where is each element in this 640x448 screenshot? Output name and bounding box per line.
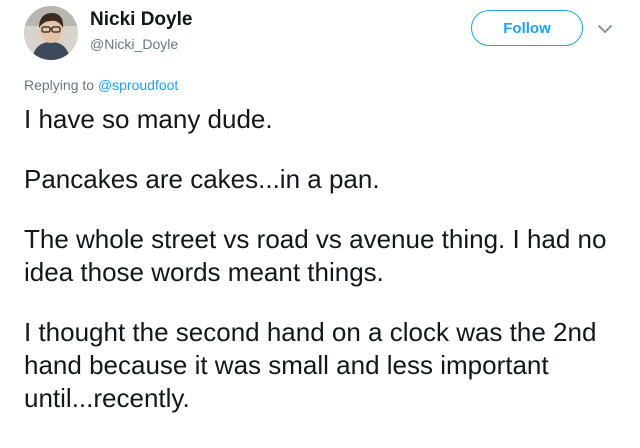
tweet-paragraph: I thought the second hand on a clock was… (24, 317, 597, 413)
tweet-card: Nicki Doyle @Nicki_Doyle Follow Replying… (0, 0, 640, 448)
replying-to-line: Replying to @sproudfoot (24, 76, 178, 94)
author-handle[interactable]: @Nicki_Doyle (90, 35, 178, 53)
tweet-paragraph: The whole street vs road vs avenue thing… (24, 224, 607, 287)
tweet-text: I have so many dude. Pancakes are cakes.… (24, 103, 624, 415)
chevron-down-icon[interactable] (594, 18, 616, 40)
follow-button[interactable]: Follow (471, 10, 583, 46)
user-avatar-icon (24, 6, 78, 60)
tweet-paragraph: Pancakes are cakes...in a pan. (24, 164, 380, 194)
author-display-name[interactable]: Nicki Doyle (90, 9, 192, 31)
tweet-paragraph: I have so many dude. (24, 104, 273, 134)
replying-to-prefix: Replying to (24, 77, 98, 93)
avatar[interactable] (24, 6, 78, 60)
reply-mention-link[interactable]: @sproudfoot (98, 77, 178, 93)
